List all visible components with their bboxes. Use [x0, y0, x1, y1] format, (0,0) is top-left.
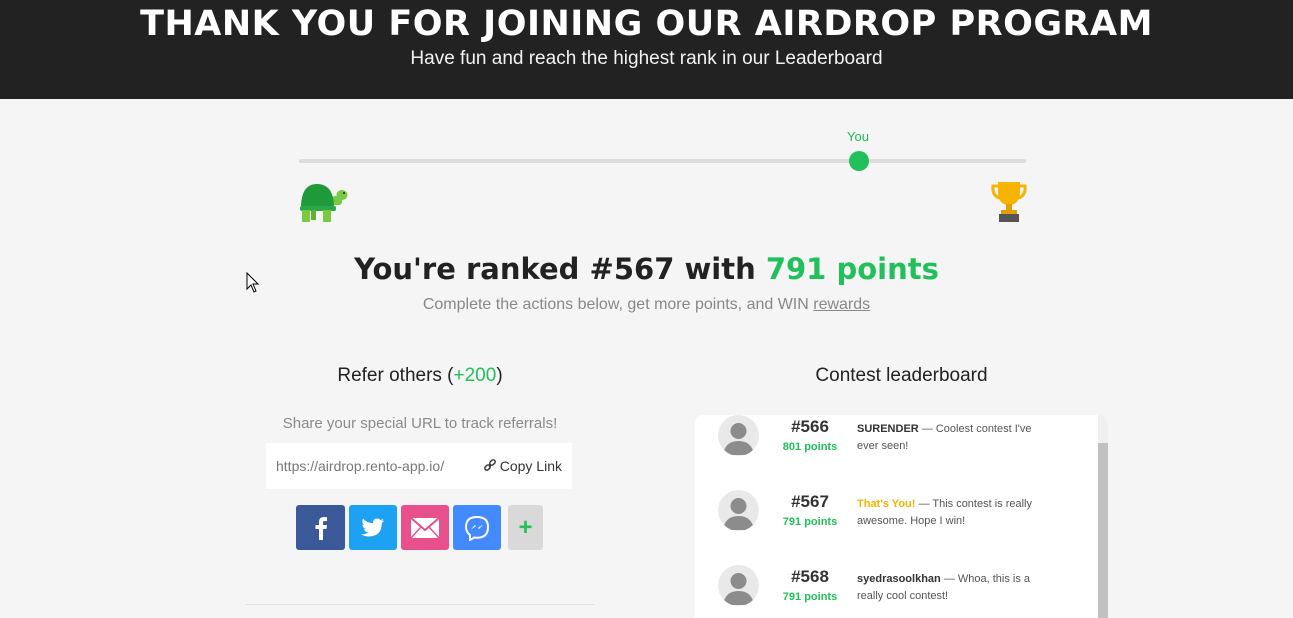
- share-buttons: +: [296, 505, 543, 550]
- leaderboard-points: 791 points: [782, 591, 838, 603]
- leaderboard-points: 791 points: [782, 516, 838, 528]
- user-avatar-icon: [723, 423, 754, 455]
- user-avatar-icon: [723, 573, 754, 605]
- refer-bonus: +200: [453, 365, 497, 386]
- leaderboard-comment: That's You! — This contest is really awe…: [857, 496, 1052, 530]
- twitter-share-button[interactable]: [349, 505, 397, 550]
- more-share-button[interactable]: +: [508, 505, 543, 550]
- you-label: You: [847, 129, 869, 144]
- leaderboard-points: 801 points: [782, 441, 838, 453]
- you-marker: [849, 151, 869, 171]
- copy-link-button[interactable]: Copy Link: [483, 458, 562, 474]
- messenger-share-button[interactable]: [453, 505, 501, 550]
- refer-title-prefix: Refer others (: [337, 365, 454, 386]
- messenger-icon: [464, 515, 490, 541]
- leaderboard-rank: #567: [791, 492, 829, 511]
- leaderboard-scrollbar[interactable]: [1098, 415, 1108, 618]
- leaderboard-row: #566 801 points SURENDER — Coolest conte…: [695, 415, 1095, 475]
- mouse-cursor-icon: [246, 272, 260, 293]
- turtle-icon: [300, 184, 348, 222]
- facebook-icon: [315, 516, 327, 540]
- rank-subtitle: Complete the actions below, get more poi…: [0, 296, 1293, 314]
- leaderboard-comment: syedrasoolkhan — Whoa, this is a really …: [857, 571, 1052, 605]
- rank-heading: You're ranked #567 with 791 points: [0, 250, 1293, 288]
- rank-text: You're ranked #567 with: [354, 252, 766, 286]
- leaderboard-row: #567 791 points That's You! — This conte…: [695, 490, 1095, 550]
- refer-title: Refer others (+200): [245, 365, 595, 387]
- referral-url-box: https://airdrop.rento-app.io/ Copy Link: [266, 443, 572, 489]
- rank-progress-bar: You: [299, 128, 1027, 228]
- leaderboard-username: syedrasoolkhan: [857, 573, 941, 585]
- leaderboard-rank: #566: [791, 417, 829, 436]
- leaderboard-rank: #568: [791, 567, 829, 586]
- points-text: 791 points: [765, 252, 939, 286]
- leaderboard-row: #568 791 points syedrasoolkhan — Whoa, t…: [695, 565, 1095, 618]
- facebook-share-button[interactable]: [296, 505, 345, 550]
- leaderboard-panel[interactable]: #566 801 points SURENDER — Coolest conte…: [695, 415, 1108, 618]
- leaderboard-title: Contest leaderboard: [815, 365, 988, 386]
- email-icon: [410, 516, 440, 539]
- link-icon: [483, 459, 496, 471]
- avatar: [718, 415, 759, 456]
- page-subtitle: Have fun and reach the highest rank in o…: [410, 48, 883, 69]
- referral-url[interactable]: https://airdrop.rento-app.io/: [276, 458, 483, 474]
- avatar: [718, 490, 759, 531]
- scrollbar-thumb[interactable]: [1098, 443, 1108, 618]
- avatar: [718, 565, 759, 606]
- twitter-icon: [361, 518, 384, 536]
- refer-title-suffix: ): [496, 365, 503, 386]
- leaderboard-username: SURENDER: [857, 423, 919, 435]
- section-divider: [245, 604, 595, 605]
- trophy-icon: [991, 182, 1027, 222]
- share-hint: Share your special URL to track referral…: [282, 415, 558, 432]
- progress-track: [299, 159, 1026, 163]
- user-avatar-icon: [723, 498, 754, 530]
- page-title: THANK YOU FOR JOINING OUR AIRDROP PROGRA…: [140, 4, 1153, 44]
- rewards-link[interactable]: rewards: [813, 296, 870, 313]
- hero-banner: THANK YOU FOR JOINING OUR AIRDROP PROGRA…: [0, 0, 1293, 99]
- copy-link-label: Copy Link: [499, 458, 562, 474]
- leaderboard-username: That's You!: [857, 498, 916, 510]
- leaderboard-comment: SURENDER — Coolest contest I've ever see…: [857, 421, 1052, 455]
- rank-subtitle-text: Complete the actions below, get more poi…: [422, 296, 814, 313]
- email-share-button[interactable]: [401, 505, 449, 550]
- plus-icon: +: [518, 513, 533, 541]
